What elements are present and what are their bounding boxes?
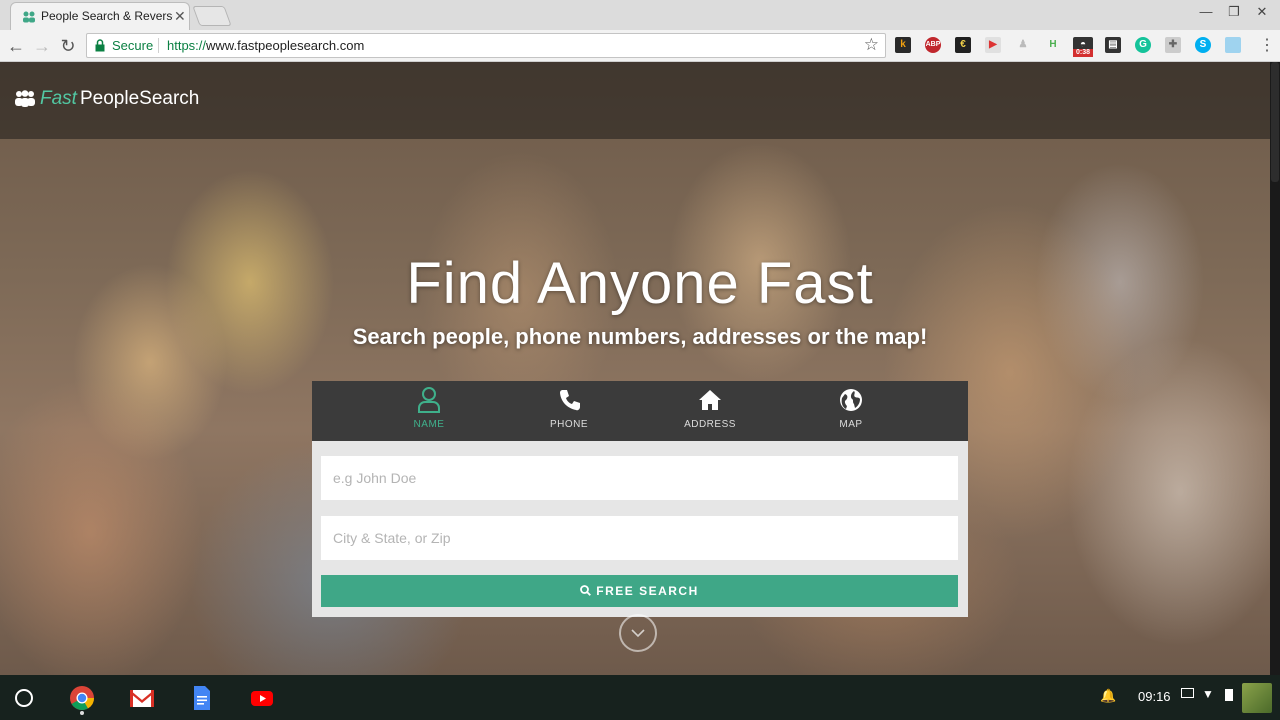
logo-people-search-text: PeopleSearch [80,88,200,109]
site-header: Fast PeopleSearch [0,62,1270,139]
tab-address[interactable]: ADDRESS [650,381,770,441]
tab-map-label: MAP [839,419,863,430]
os-shelf: 🔔 09:16 ▼ [0,675,1280,720]
hero-subtitle: Search people, phone numbers, addresses … [352,324,928,349]
minimize-icon[interactable]: — [1196,4,1216,19]
scrollbar-thumb[interactable] [1271,62,1279,182]
browser-menu-icon[interactable]: ⋮ [1259,35,1275,55]
search-form: FREE SEARCH [312,441,968,617]
app-running-indicator [80,711,84,715]
back-icon[interactable]: ← [4,34,28,58]
chrome-icon[interactable] [69,685,95,715]
location-input[interactable] [321,516,958,560]
tab-phone-label: PHONE [549,419,589,430]
reload-icon[interactable]: ↻ [56,34,80,58]
grammarly-icon[interactable]: G [1135,37,1151,53]
lock-icon [95,39,105,52]
clock[interactable]: 09:16 [1138,689,1171,704]
search-icon [580,585,592,596]
gmail-icon[interactable] [129,685,155,711]
globe-icon [840,389,862,411]
browser-tab[interactable]: People Search & Reverse ✕ [10,2,190,30]
battery-icon[interactable] [1225,689,1233,701]
bookmark-star-icon[interactable]: ☆ [864,35,879,55]
image-extension-icon[interactable] [1225,37,1241,53]
adblock-plus-icon[interactable]: ABP [925,37,941,53]
youtube-logo [251,691,273,706]
people-favicon-icon [23,11,35,23]
h-extension-icon[interactable]: H [1045,37,1061,53]
url-host: www.fastpeoplesearch.com [206,38,365,53]
free-search-button[interactable]: FREE SEARCH [321,575,958,607]
close-tab-icon[interactable]: ✕ [174,8,186,25]
house-icon [699,390,721,410]
phone-icon [560,390,580,411]
film-icon[interactable]: ▤ [1105,37,1121,53]
user-avatar[interactable] [1242,683,1272,713]
free-search-label: FREE SEARCH [596,584,699,598]
tab-name-label: NAME [413,419,445,430]
docs-logo [194,686,210,710]
timer-badge: 0:38 [1073,49,1093,57]
url-scheme: https:// [167,38,207,53]
notification-bell-icon[interactable]: 🔔 [1100,688,1116,704]
puzzle-icon[interactable]: ✚ [1165,37,1181,53]
search-tabs: NAME PHONE ADDRESS MAP [312,381,968,441]
hero-title: Find Anyone Fast [406,251,874,316]
chrome-logo [70,686,94,711]
maximize-icon[interactable]: ❐ [1224,4,1244,20]
k-extension-icon[interactable]: k [895,37,911,53]
close-window-icon[interactable]: ✕ [1252,4,1272,20]
docs-icon[interactable] [189,685,215,711]
name-input[interactable] [321,456,958,500]
evernote-icon[interactable]: € [955,37,971,53]
omnibox-divider [158,38,159,53]
launcher-icon[interactable] [15,689,33,707]
gmail-logo [130,690,154,707]
scroll-down-button[interactable] [619,614,657,652]
tab-title: People Search & Reverse [41,9,173,23]
search-panel: NAME PHONE ADDRESS MAP e.g John Doe City… [312,381,968,617]
chevron-down-icon [631,629,645,638]
page-viewport: Fast PeopleSearch Find Anyone Fast Searc… [0,62,1270,675]
page-scrollbar[interactable] [1270,62,1280,675]
display-icon[interactable] [1181,688,1194,698]
timer-extension-icon[interactable]: ◓ 0:38 [1073,37,1093,57]
logo-fast-text: Fast [40,88,77,109]
address-bar[interactable]: Secure https://www.fastpeoplesearch.com … [86,33,886,58]
person-icon [418,387,440,413]
wifi-icon[interactable]: ▼ [1202,687,1214,701]
tab-phone[interactable]: PHONE [509,381,629,441]
forward-icon[interactable]: → [30,34,54,58]
youtube-icon[interactable] [249,685,275,711]
ghost-icon[interactable]: ♟ [1015,37,1031,53]
browser-toolbar: ← → ↻ Secure https://www.fastpeoplesearc… [0,30,1280,62]
browser-tab-strip: People Search & Reverse ✕ — ❐ ✕ [0,0,1280,30]
pocket-icon[interactable]: ▶ [985,37,1001,53]
people-logo-icon [15,90,35,107]
tab-name[interactable]: NAME [369,381,489,441]
tab-map[interactable]: MAP [791,381,911,441]
secure-label: Secure [112,38,154,53]
tab-address-label: ADDRESS [684,419,736,430]
url-text: https://www.fastpeoplesearch.com [167,38,364,53]
new-tab-button[interactable] [192,6,232,26]
skype-icon[interactable]: S [1195,37,1211,53]
